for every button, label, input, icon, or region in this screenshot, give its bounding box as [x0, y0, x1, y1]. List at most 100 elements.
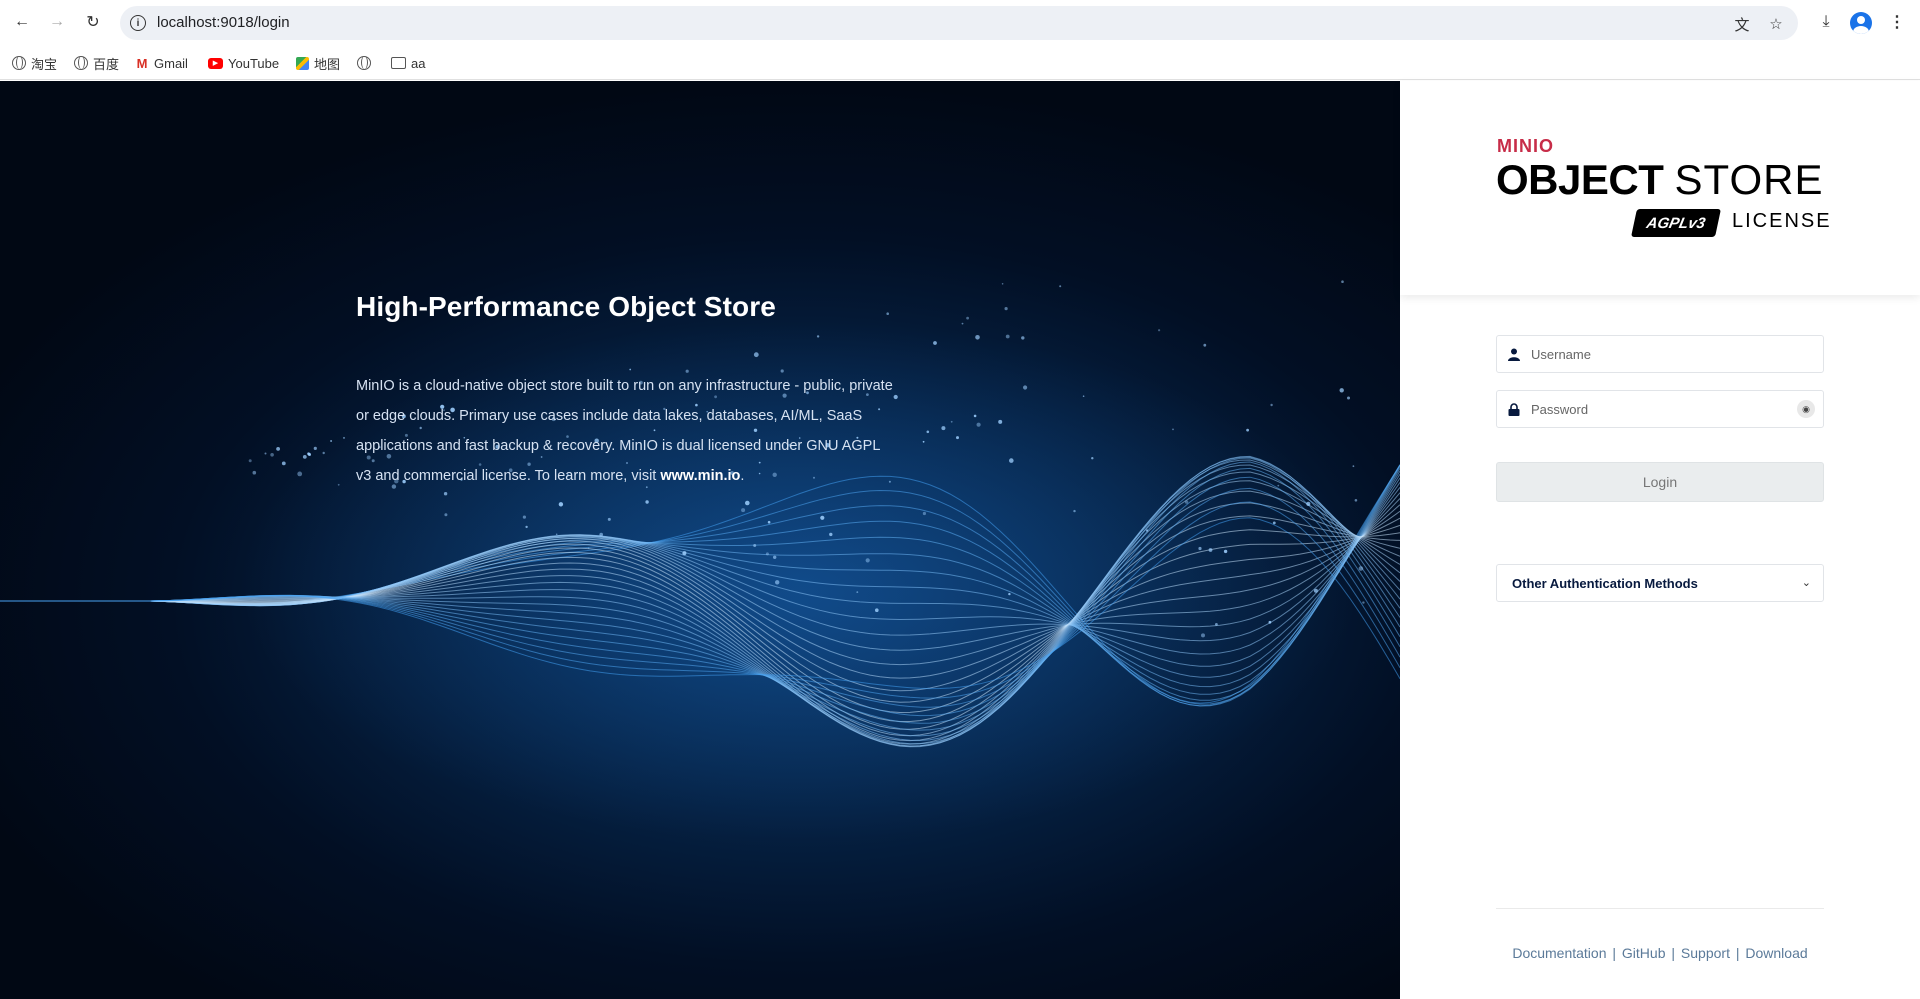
wave-illustration: [0, 280, 1400, 841]
wave-particle: [1021, 336, 1025, 340]
wave-particle: [555, 533, 558, 536]
bookmark-untitled[interactable]: [357, 53, 371, 73]
bookmark-maps[interactable]: 地图: [296, 53, 340, 73]
wave-particle: [816, 335, 820, 338]
wave-particle: [1198, 546, 1202, 551]
username-input[interactable]: [1531, 344, 1791, 364]
support-link[interactable]: Support: [1681, 945, 1730, 961]
address-bar[interactable]: i localhost:9018/login 文 ☆: [120, 6, 1798, 40]
back-icon[interactable]: ←: [11, 11, 33, 33]
wave-particle: [682, 551, 687, 556]
profile-avatar-icon[interactable]: [1850, 12, 1872, 34]
wave-particle: [1246, 428, 1249, 432]
wave-particle: [645, 500, 649, 504]
site-info-icon[interactable]: i: [130, 15, 146, 31]
wave-particle: [1277, 484, 1280, 487]
wave-particle: [886, 312, 889, 315]
wave-particle: [767, 520, 771, 524]
hero-description-text: MinIO is a cloud-native object store bui…: [356, 378, 893, 484]
wave-particle: [1272, 521, 1276, 525]
hero-description: MinIO is a cloud-native object store bui…: [356, 371, 896, 491]
wave-particle: [587, 547, 590, 549]
wave-particle: [1208, 548, 1213, 552]
wave-particle: [875, 608, 879, 612]
wave-particle: [1347, 396, 1350, 400]
wave-particle: [1172, 428, 1174, 431]
hero-title: High-Performance Object Store: [356, 291, 776, 322]
username-field[interactable]: [1496, 335, 1824, 373]
logo-store: STORE: [1674, 156, 1824, 203]
reload-icon[interactable]: ↻: [82, 11, 104, 33]
other-authentication-dropdown[interactable]: Other Authentication Methods ⌄: [1496, 564, 1824, 602]
login-button[interactable]: Login: [1496, 462, 1824, 502]
wave-particle: [330, 440, 333, 442]
wave-particle: [1082, 395, 1085, 398]
wave-particle: [599, 532, 603, 537]
globe-icon: [74, 56, 88, 70]
show-password-eye-icon[interactable]: ◉: [1797, 400, 1815, 418]
download-icon[interactable]: ⤓: [1815, 11, 1837, 33]
lock-icon: [1507, 402, 1521, 416]
footer-divider: [1496, 908, 1824, 909]
documentation-link[interactable]: Documentation: [1512, 945, 1606, 961]
wave-particle: [741, 508, 746, 513]
wave-particle: [745, 500, 750, 506]
wave-particle: [1091, 457, 1094, 460]
wave-particle: [941, 426, 946, 431]
wave-particle: [270, 453, 274, 457]
wave-particle: [307, 452, 310, 456]
wave-particle: [1268, 620, 1272, 624]
bookmark-youtube[interactable]: ▶ YouTube: [208, 53, 279, 73]
password-input[interactable]: [1531, 399, 1791, 419]
github-link[interactable]: GitHub: [1622, 945, 1666, 961]
wave-particle: [1001, 283, 1004, 285]
wave-particle: [1004, 307, 1008, 311]
bookmark-baidu[interactable]: 百度: [74, 53, 119, 73]
bookmarks-bar: 淘宝 百度 M Gmail ▶ YouTube 地图 aa: [0, 46, 1920, 80]
wave-particle: [961, 322, 964, 325]
password-field[interactable]: ◉: [1496, 390, 1824, 428]
wave-particle: [975, 335, 980, 340]
wave-particle: [922, 440, 925, 443]
chevron-down-icon: ⌄: [1801, 577, 1811, 589]
wave-particle: [865, 558, 870, 563]
wave-particle: [976, 422, 981, 427]
wave-particle: [343, 436, 345, 439]
wave-particle: [956, 436, 959, 440]
wave-particle: [1339, 388, 1344, 393]
wave-particle: [775, 580, 780, 585]
minio-logo: MINIO: [1497, 136, 1554, 156]
wave-particle: [522, 515, 527, 519]
translate-icon[interactable]: 文: [1733, 15, 1751, 34]
user-icon: [1507, 347, 1521, 361]
wave-particle: [1005, 334, 1010, 339]
wave-particle: [1201, 633, 1205, 638]
bookmark-taobao[interactable]: 淘宝: [12, 53, 57, 73]
wave-particle: [765, 552, 769, 556]
license-label: LICENSE: [1732, 210, 1832, 232]
wave-particle: [276, 447, 280, 451]
wave-particle: [1009, 458, 1014, 463]
minio-website-link[interactable]: www.min.io: [660, 468, 740, 484]
wave-particle: [1073, 509, 1076, 513]
wave-particle: [1023, 385, 1028, 390]
brand-header: MINIO OBJECT STORE AGPLv3 LICENSE: [1400, 81, 1920, 295]
download-link[interactable]: Download: [1745, 945, 1807, 961]
hero-panel: High-Performance Object Store MinIO is a…: [0, 81, 1400, 999]
bookmark-label: 百度: [93, 56, 120, 72]
bookmark-gmail[interactable]: M Gmail: [135, 53, 188, 73]
separator: |: [1735, 945, 1740, 961]
url-text[interactable]: localhost:9018/login: [157, 14, 290, 31]
bookmark-star-icon[interactable]: ☆: [1767, 15, 1785, 33]
wave-particle: [337, 483, 340, 486]
wave-particle: [933, 341, 937, 345]
bookmark-folder-aa[interactable]: aa: [391, 53, 425, 73]
wave-particle: [1008, 592, 1011, 596]
menu-kebab-icon[interactable]: ⋮: [1886, 11, 1908, 33]
footer-links: Documentation | GitHub | Support | Downl…: [1496, 945, 1824, 961]
wave-particle: [922, 511, 927, 516]
wave-particle: [281, 461, 286, 466]
wave-particle: [1354, 499, 1358, 502]
bookmark-label: 地图: [314, 56, 341, 72]
forward-icon[interactable]: →: [46, 11, 68, 33]
